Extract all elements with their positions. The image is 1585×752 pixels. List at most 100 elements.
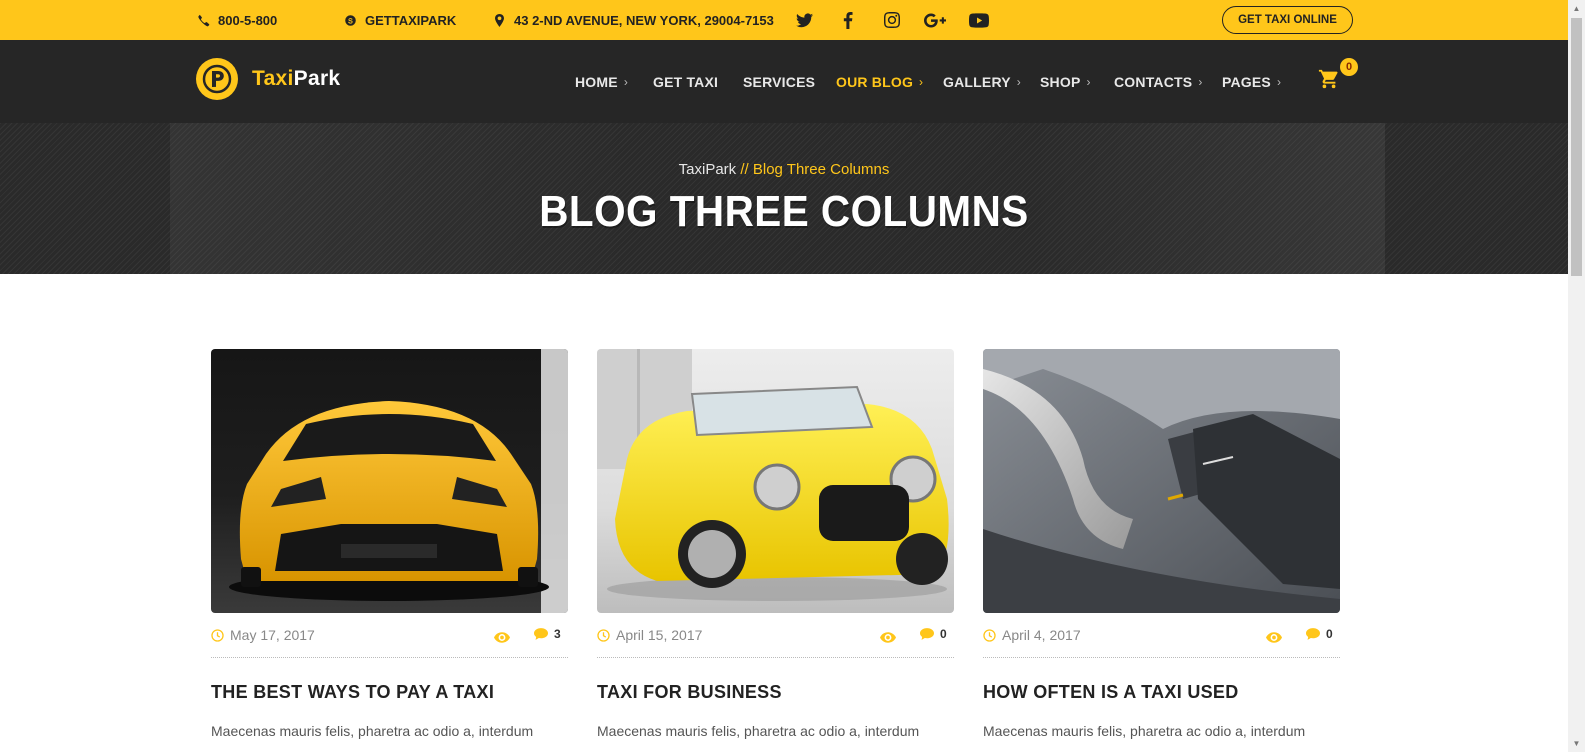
post-date: April 15, 2017 <box>597 627 702 643</box>
logo-text: TaxiPark <box>252 67 340 91</box>
breadcrumb: TaxiPark // Blog Three Columns <box>0 161 1568 178</box>
comment-icon <box>1306 628 1320 640</box>
nav-pages[interactable]: PAGES › <box>1222 40 1281 123</box>
post-date-text: April 15, 2017 <box>616 627 703 643</box>
breadcrumb-current: Blog Three Columns <box>752 161 890 178</box>
skype-contact[interactable]: GETTAXIPARK <box>344 0 456 40</box>
nav-label: SHOP <box>1040 73 1081 90</box>
skype-icon <box>345 14 356 26</box>
nav-label: OUR BLOG <box>836 73 914 90</box>
comments-link[interactable]: 0 <box>1306 627 1333 641</box>
phone-number: 800-5-800 <box>218 12 278 28</box>
views-link[interactable] <box>494 630 510 648</box>
nav-label: CONTACTS <box>1114 73 1193 90</box>
youtube-icon <box>969 12 989 28</box>
post-meta: April 15, 2017 0 <box>597 613 954 658</box>
post-date-text: May 17, 2017 <box>230 627 315 643</box>
nav-services[interactable]: SERVICES <box>743 40 815 123</box>
post-date: April 4, 2017 <box>983 627 1081 643</box>
comment-icon <box>920 628 934 640</box>
nav-get-taxi[interactable]: GET TAXI <box>653 40 718 123</box>
chevron-right-icon: › <box>1198 74 1203 89</box>
twitter-link[interactable] <box>792 0 816 40</box>
youtube-link[interactable] <box>967 0 991 40</box>
nav-label: GET TAXI <box>653 73 719 90</box>
phone-icon <box>198 14 210 26</box>
chevron-right-icon: › <box>623 74 629 89</box>
nav-shop[interactable]: SHOP › <box>1040 40 1091 123</box>
post-date: May 17, 2017 <box>211 627 315 643</box>
skype-handle: GETTAXIPARK <box>365 12 457 28</box>
scroll-down-arrow-icon[interactable]: ▼ <box>1568 735 1585 752</box>
blog-post-card: May 17, 2017 3 THE BEST WAYS TO PAY A TA… <box>211 349 568 739</box>
comments-link[interactable]: 3 <box>534 627 561 641</box>
clock-icon <box>983 628 996 642</box>
google-plus-icon <box>924 12 946 28</box>
page-title: BLOG THREE COLUMNS <box>539 187 1029 236</box>
chevron-right-icon: › <box>1086 74 1091 89</box>
cart-count-badge: 0 <box>1340 58 1358 76</box>
page-hero: TaxiPark // Blog Three Columns BLOG THRE… <box>0 123 1568 274</box>
post-excerpt: Maecenas mauris felis, pharetra ac odio … <box>597 723 920 739</box>
comment-count: 0 <box>1326 627 1333 641</box>
facebook-icon <box>843 11 853 29</box>
chevron-right-icon: › <box>919 74 924 89</box>
blog-post-card: April 15, 2017 0 TAXI FOR BUSINESS Maece… <box>597 349 954 739</box>
comment-count: 3 <box>554 627 561 641</box>
nav-contacts[interactable]: CONTACTS › <box>1114 40 1203 123</box>
nav-home[interactable]: HOME › <box>575 40 628 123</box>
instagram-link[interactable] <box>880 0 904 40</box>
comment-icon <box>534 628 548 640</box>
nav-label: GALLERY <box>943 73 1011 90</box>
address-contact: 43 2-ND AVENUE, NEW YORK, 29004-7153 <box>493 0 774 40</box>
post-title[interactable]: THE BEST WAYS TO PAY A TAXI <box>211 682 568 703</box>
shopping-cart-icon <box>1318 69 1338 89</box>
comments-link[interactable]: 0 <box>920 627 947 641</box>
facebook-link[interactable] <box>836 0 860 40</box>
post-image-yellow-sports-car[interactable] <box>211 349 568 613</box>
scrollbar-thumb[interactable] <box>1571 18 1582 276</box>
post-meta: May 17, 2017 3 <box>211 613 568 658</box>
map-pin-icon <box>495 13 504 27</box>
clock-icon <box>597 628 610 642</box>
post-excerpt: Maecenas mauris felis, pharetra ac odio … <box>211 723 534 739</box>
post-date-text: April 4, 2017 <box>1002 627 1081 643</box>
nav-label: SERVICES <box>743 73 816 90</box>
post-image-car-door-interior[interactable] <box>983 349 1340 613</box>
post-meta: April 4, 2017 0 <box>983 613 1340 658</box>
views-link[interactable] <box>1266 630 1282 648</box>
views-link[interactable] <box>880 630 896 648</box>
logo-text-taxi: Taxi <box>252 67 294 90</box>
eye-icon <box>880 632 896 643</box>
nav-gallery[interactable]: GALLERY › <box>943 40 1021 123</box>
cart-button[interactable] <box>1318 68 1340 90</box>
chevron-right-icon: › <box>1016 74 1021 89</box>
nav-label: HOME <box>575 73 618 90</box>
instagram-icon <box>884 12 900 28</box>
logo[interactable]: TaxiPark <box>196 58 340 100</box>
chevron-right-icon: › <box>1276 74 1282 89</box>
eye-icon <box>494 632 510 643</box>
nav-label: PAGES <box>1222 73 1271 90</box>
breadcrumb-separator: // <box>740 161 749 178</box>
post-image-yellow-convertible-car[interactable] <box>597 349 954 613</box>
logo-icon <box>196 58 238 100</box>
post-excerpt: Maecenas mauris felis, pharetra ac odio … <box>983 723 1306 739</box>
twitter-icon <box>795 13 813 27</box>
breadcrumb-home-link[interactable]: TaxiPark <box>679 161 737 178</box>
parking-p-icon <box>202 64 232 94</box>
phone-contact[interactable]: 800-5-800 <box>197 0 277 40</box>
nav-our-blog[interactable]: OUR BLOG › <box>836 40 923 123</box>
scroll-up-arrow-icon[interactable]: ▲ <box>1568 0 1585 17</box>
main-header: TaxiPark HOME › GET TAXI SERVICES OUR BLO… <box>0 40 1568 123</box>
address-text: 43 2-ND AVENUE, NEW YORK, 29004-7153 <box>514 12 774 28</box>
blog-post-card: April 4, 2017 0 HOW OFTEN IS A TAXI USED… <box>983 349 1340 739</box>
clock-icon <box>211 628 224 642</box>
eye-icon <box>1266 632 1282 643</box>
google-plus-link[interactable] <box>923 0 947 40</box>
page-scrollbar[interactable]: ▲ ▼ <box>1568 0 1585 752</box>
post-title[interactable]: TAXI FOR BUSINESS <box>597 682 954 703</box>
get-taxi-online-button[interactable]: GET TAXI ONLINE <box>1222 6 1353 34</box>
logo-text-park: Park <box>293 67 341 90</box>
post-title[interactable]: HOW OFTEN IS A TAXI USED <box>983 682 1340 703</box>
